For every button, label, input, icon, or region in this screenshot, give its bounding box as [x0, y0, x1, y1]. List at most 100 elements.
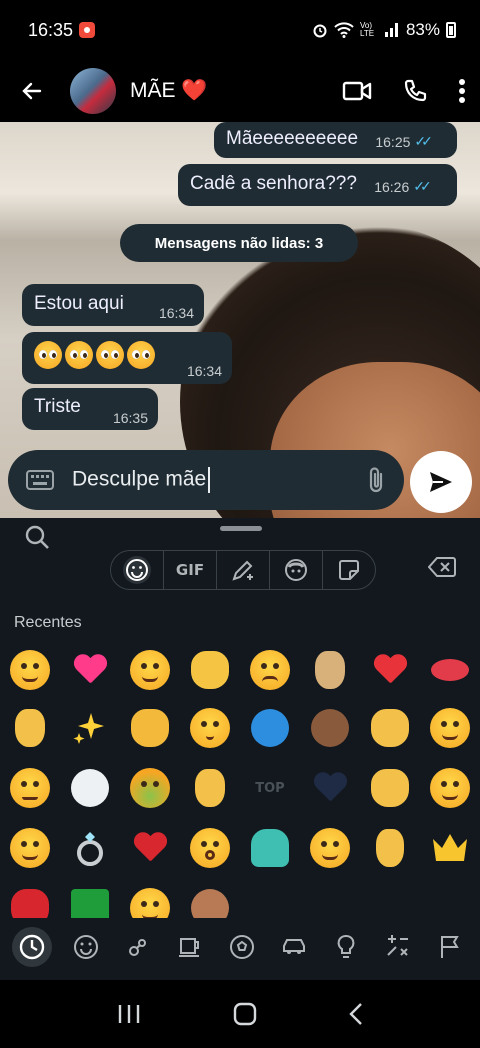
message-time: 16:34	[158, 305, 194, 321]
attach-icon[interactable]	[366, 465, 386, 495]
message-in-1[interactable]: Estou aqui 16:34	[22, 284, 204, 326]
category-recent[interactable]	[12, 927, 52, 967]
system-nav-bar	[0, 980, 480, 1048]
folded-hands-emoji[interactable]	[308, 648, 352, 692]
backspace-icon[interactable]	[427, 556, 456, 582]
battery-percent: 83%	[405, 20, 440, 39]
rolling-eyes-emoji[interactable]	[8, 766, 52, 810]
coffee-icon	[179, 938, 199, 957]
pencil-plus-icon	[232, 560, 253, 581]
flag-jamaica-emoji[interactable]	[68, 886, 112, 918]
category-travel[interactable]	[276, 929, 312, 965]
message-in-2[interactable]: 16:34	[22, 332, 232, 384]
emoji-search-icon[interactable]	[24, 524, 50, 554]
category-smileys[interactable]	[68, 929, 104, 965]
message-time: 16:35	[112, 410, 148, 426]
person-shrugging-emoji[interactable]	[248, 826, 292, 870]
nauseated-face-emoji[interactable]	[128, 766, 172, 810]
broken-heart-emoji[interactable]	[128, 826, 172, 870]
smiley-icon	[123, 556, 151, 584]
top-label: TOP	[255, 780, 285, 796]
woman-dancing-emoji[interactable]	[8, 886, 52, 918]
message-input[interactable]: Desculpe mãe	[72, 467, 211, 493]
ring-emoji[interactable]	[68, 826, 112, 870]
category-flags[interactable]	[432, 929, 468, 965]
message-meta: 16:34	[187, 363, 222, 379]
face-rolling-eyes-emoji[interactable]	[428, 706, 472, 750]
waving-hand-emoji[interactable]	[368, 706, 412, 750]
more-options-icon[interactable]	[458, 78, 466, 104]
pinching-hand-emoji[interactable]	[368, 826, 412, 870]
face-blowing-kiss-emoji[interactable]	[188, 706, 232, 750]
emoji-category-bar	[0, 922, 480, 972]
lightbulb-icon	[337, 935, 355, 958]
back-arrow-icon[interactable]	[14, 73, 50, 109]
send-button[interactable]	[410, 451, 472, 513]
category-food[interactable]	[172, 929, 208, 965]
globe-emoji[interactable]	[248, 706, 292, 750]
pink-heart-emoji[interactable]	[68, 648, 112, 692]
status-time: 16:35	[28, 19, 74, 40]
lips-emoji[interactable]	[428, 648, 472, 692]
flower-icon	[129, 939, 146, 956]
contact-avatar[interactable]	[70, 68, 116, 114]
sparkles-emoji[interactable]	[68, 706, 112, 750]
category-animals[interactable]	[120, 929, 156, 965]
tab-gif[interactable]: GIF	[164, 551, 217, 589]
voice-call-icon[interactable]	[402, 78, 428, 104]
message-input-bar[interactable]: Desculpe mãe	[8, 450, 404, 510]
message-out-2[interactable]: Cadê a senhora??? 16:26 ✓✓	[178, 164, 457, 206]
category-symbols[interactable]	[380, 929, 416, 965]
raised-fist-emoji[interactable]	[368, 766, 412, 810]
woozy-face-emoji[interactable]	[128, 886, 172, 918]
pleading-face-icon	[127, 341, 155, 369]
read-ticks-icon: ✓✓	[414, 133, 433, 149]
message-in-3[interactable]: Triste 16:35	[22, 388, 158, 430]
home-icon[interactable]	[233, 1002, 257, 1026]
category-activities[interactable]	[224, 929, 260, 965]
dizzy-face-emoji[interactable]	[188, 826, 232, 870]
send-icon	[430, 472, 452, 492]
dark-blue-heart-emoji[interactable]	[308, 766, 352, 810]
person-emoji[interactable]	[188, 886, 232, 918]
tab-draw[interactable]	[217, 551, 270, 589]
input-value: Desculpe mãe	[72, 467, 207, 491]
oncoming-fist-emoji[interactable]	[128, 706, 172, 750]
gif-label: GIF	[175, 561, 205, 579]
message-out-1[interactable]: Mãeeeeeeeeee 16:25 ✓✓	[214, 122, 457, 158]
smiling-face-emoji[interactable]	[8, 826, 52, 870]
message-text: Cadê a senhora???	[190, 173, 357, 194]
category-objects[interactable]	[328, 929, 364, 965]
keyboard-drag-handle[interactable]	[220, 526, 262, 531]
smiling-face-emoji[interactable]	[128, 648, 172, 692]
recent-apps-icon[interactable]	[116, 1003, 142, 1025]
thumbs-up-emoji[interactable]	[188, 648, 232, 692]
tab-sticker[interactable]	[323, 551, 375, 589]
clock-icon	[19, 934, 45, 960]
crown-emoji[interactable]	[428, 826, 472, 870]
folded-hands-emoji[interactable]	[8, 706, 52, 750]
crying-face-emoji[interactable]	[8, 648, 52, 692]
message-text: Triste	[34, 396, 81, 417]
contact-name[interactable]: MÃE ❤️	[130, 79, 208, 103]
keyboard-tabs: GIF	[110, 550, 376, 590]
car-icon	[283, 939, 305, 954]
rolling-laughing-emoji[interactable]	[428, 766, 472, 810]
raised-hand-emoji[interactable]	[188, 766, 232, 810]
keyboard-icon[interactable]	[26, 470, 54, 490]
mending-heart-emoji[interactable]	[368, 648, 412, 692]
back-nav-icon[interactable]	[348, 1002, 364, 1026]
unread-banner: Mensagens não lidas: 3	[120, 224, 358, 262]
recent-section-label: Recentes	[14, 614, 82, 631]
screen-record-icon	[79, 22, 96, 38]
woman-curly-hair-emoji[interactable]	[308, 706, 352, 750]
tab-emoji[interactable]	[111, 551, 164, 589]
symbols-icon	[387, 935, 408, 956]
thought-balloon-emoji[interactable]	[68, 766, 112, 810]
video-call-icon[interactable]	[342, 79, 372, 103]
tab-avatar[interactable]	[270, 551, 323, 589]
message-meta: 16:35	[113, 410, 148, 426]
grinning-sweat-emoji[interactable]	[308, 826, 352, 870]
sad-relieved-face-emoji[interactable]	[248, 648, 292, 692]
top-arrow-emoji[interactable]: TOP	[248, 766, 292, 810]
